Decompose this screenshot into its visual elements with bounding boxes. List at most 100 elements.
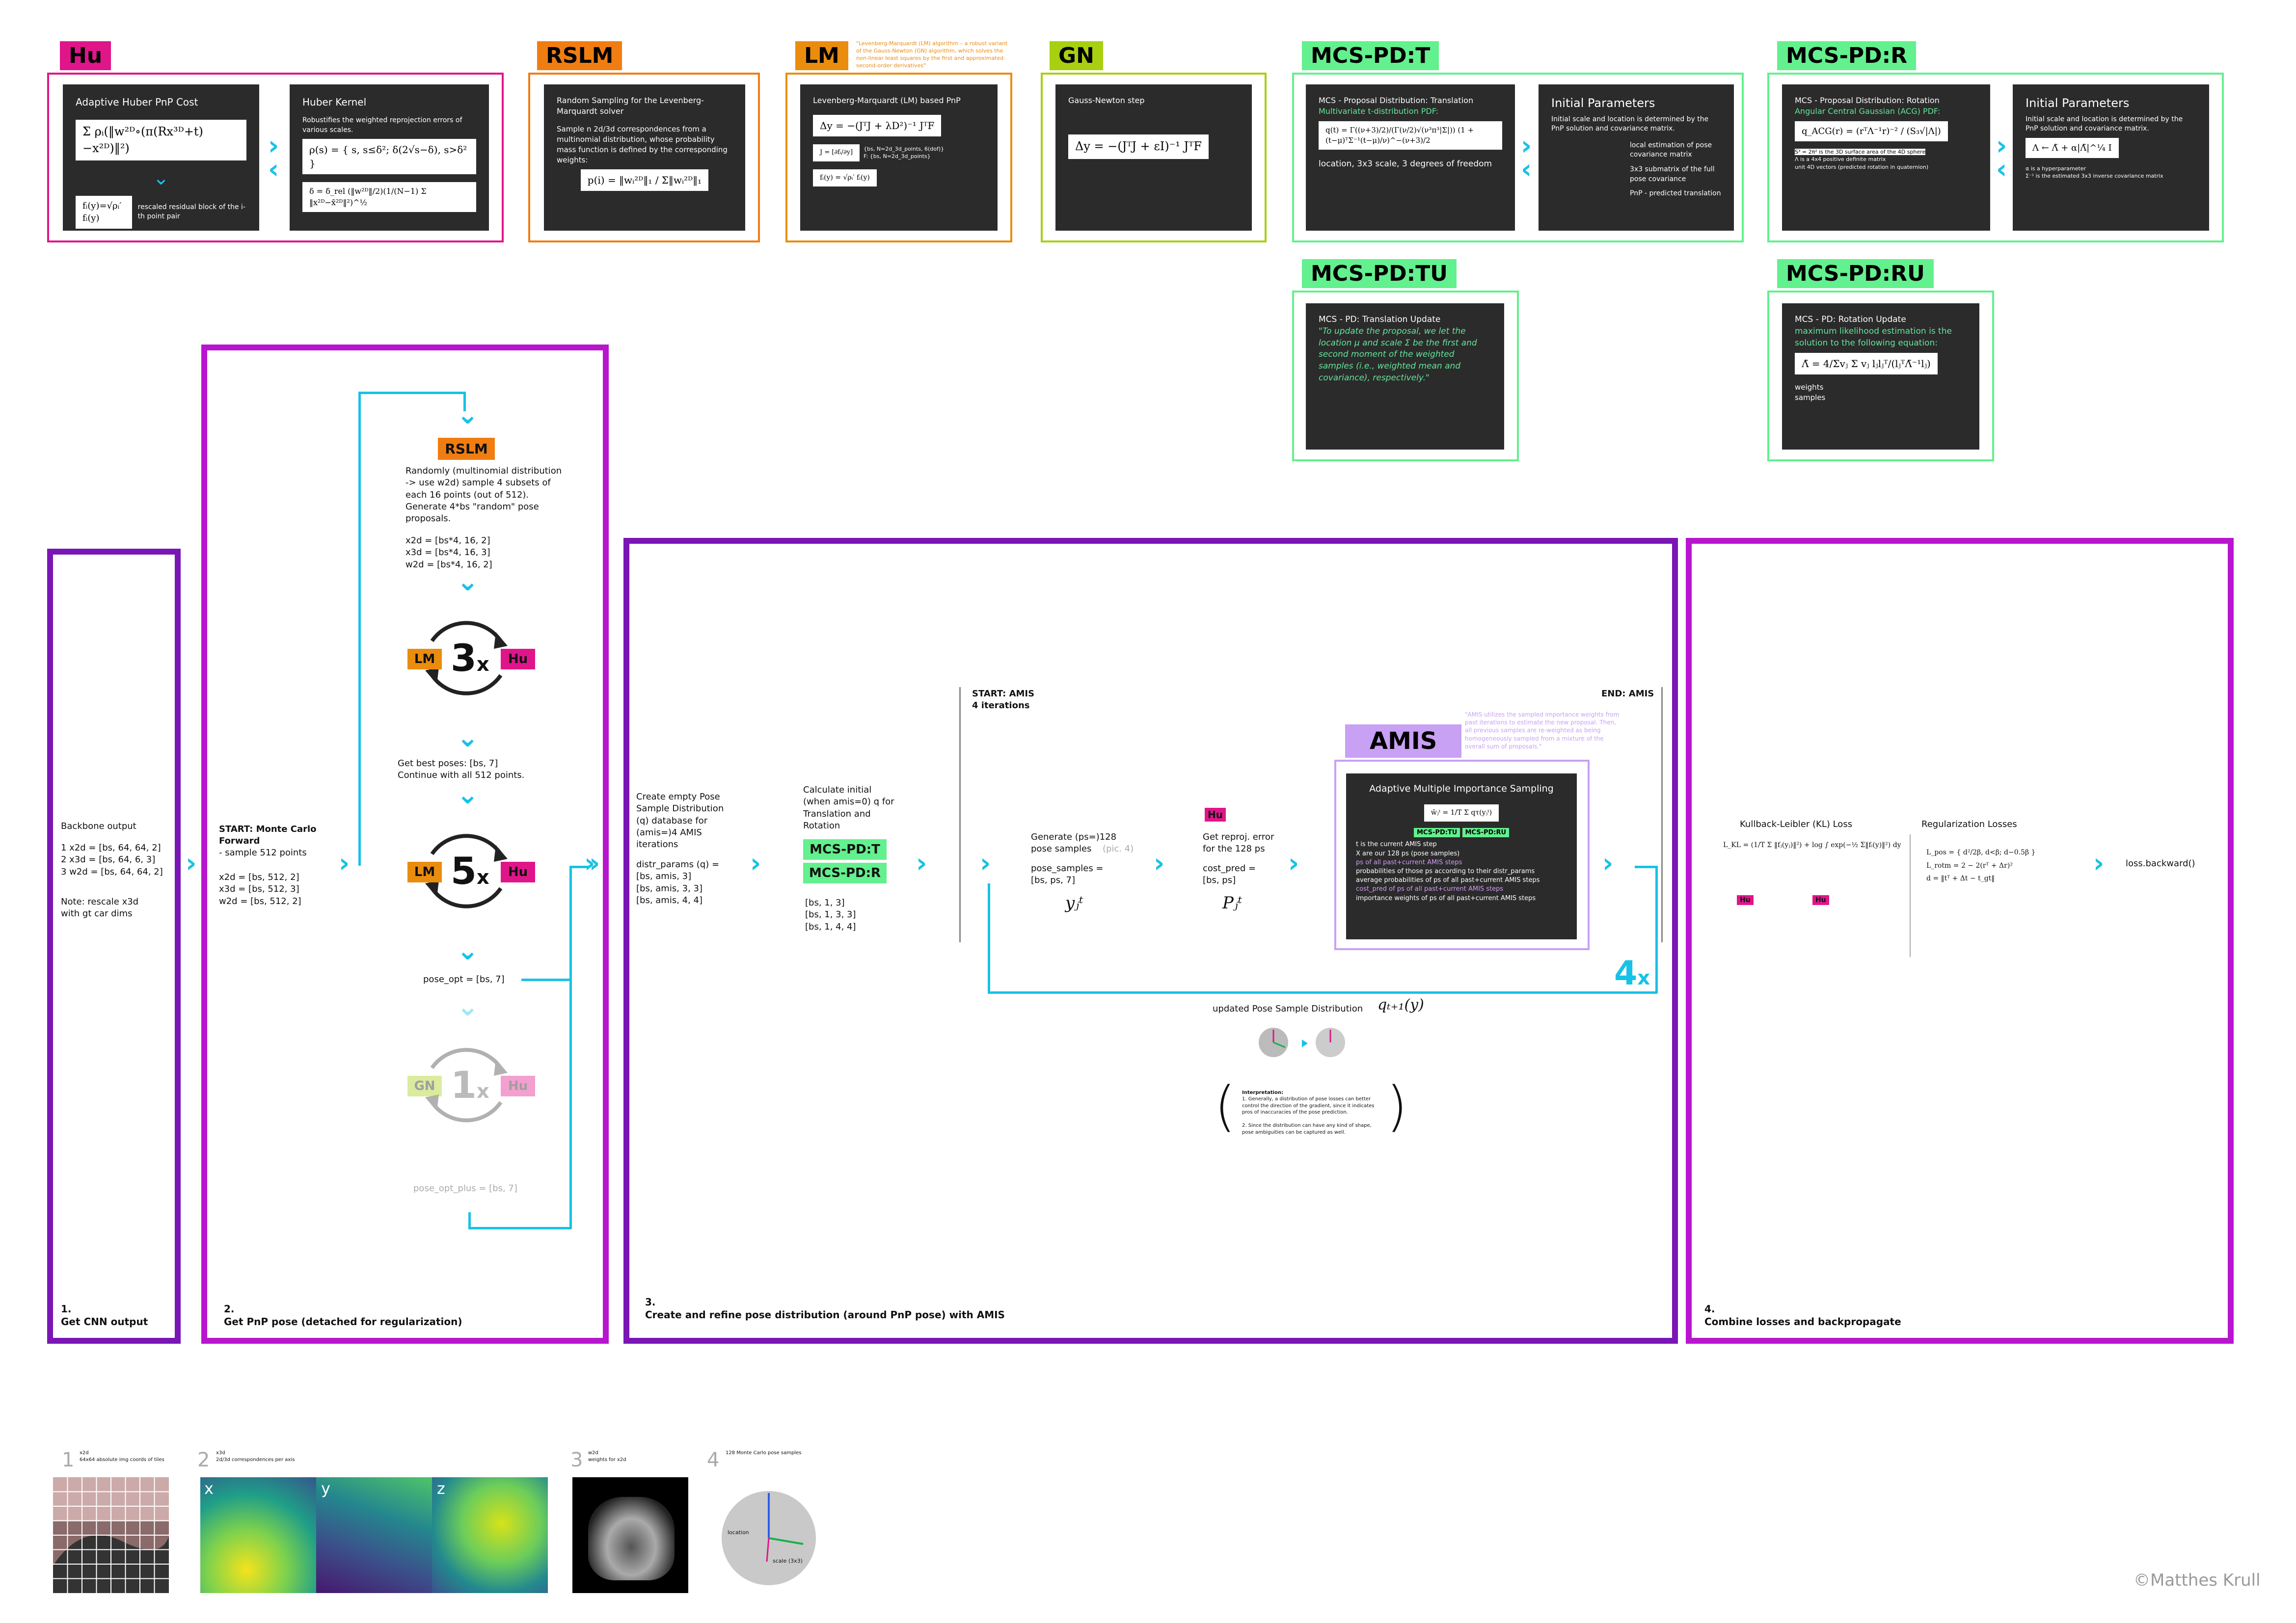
mcspdr-n1: S³ = 2π² is the 3D surface area of the 4… [1795, 148, 1926, 155]
chevron-right-icon: › [750, 848, 761, 878]
interp-bracket-left: ( [1215, 1075, 1236, 1138]
amis-end-divider [1661, 687, 1663, 942]
flow-line [988, 883, 990, 993]
residual-formula: fᵢ(y)=√ρᵢ′ fᵢ(y) [76, 196, 132, 229]
stage4-kl: Kullback-Leibler (KL) Loss [1740, 819, 1853, 829]
amis-l4: probabilities of those ps according to t… [1356, 867, 1535, 875]
huber-kernel-formula: ρ(s) = { s, s≤δ²; δ(2√s−δ), s>δ² } [302, 139, 476, 175]
interp-2: 2. Since the distribution can have any k… [1242, 1123, 1372, 1135]
jacobian-formula: J = [∂fᵢ/∂y] [813, 144, 860, 161]
rslm-card: Random Sampling for the Levenberg-Marqua… [544, 84, 745, 231]
amis-l3: ps of all past+current AMIS steps [1356, 858, 1462, 866]
t-dist-formula: q(t) = Γ((ν+3)/2)/(Γ(ν/2)√(ν³π³|Σ|)) (1 … [1319, 121, 1502, 150]
hu-kernel-title: Huber Kernel [302, 96, 367, 108]
distribution-update-sketch [1259, 1028, 1345, 1057]
stage2-best: Get best poses: [bs, 7] Continue with al… [398, 758, 525, 781]
mcspdru-weights: weights [1795, 383, 1824, 392]
stage2-start-bold: START: Monte Carlo Forward [219, 824, 317, 847]
mcspdt-subtitle: Multivariate t-distribution PDF: [1319, 106, 1439, 116]
cost-symbol: Pⱼᵗ [1222, 893, 1243, 913]
kl-formula-block: L_KL = (1/T Σ ‖fⱼ(yⱼ)‖²) + log ∫ exp(−½ … [1723, 841, 1901, 849]
stage3-distr: distr_params (q) = [bs, amis, 3] [bs, am… [636, 859, 720, 905]
mcspdr-p2: Σ⁻¹ is the estimated 3x3 inverse covaria… [2026, 173, 2163, 180]
lm-note2: F: {bs, N=2d_3d_points} [864, 153, 931, 160]
stage3-gen-pic: (pic. 4) [1103, 844, 1134, 854]
flow-line [988, 991, 1657, 994]
chevron-down-icon: ⌄ [457, 722, 479, 753]
amis-l5: average probabilities of ps of all past+… [1356, 877, 1540, 884]
hu-badge: Hu [501, 862, 535, 882]
amis-weight-formula: ŵⱼᵗ = 1/T Σ qτ(yⱼᵗ) [1424, 804, 1499, 822]
rslm-tag: RSLM [537, 41, 622, 70]
chevron-right-icon: › [980, 848, 991, 878]
chevron-right-icon: › [916, 848, 927, 878]
lm-title: Levenberg-Marquardt (LM) based PnP [813, 96, 961, 105]
amis-l1: t is the current AMIS step [1356, 841, 1437, 849]
loop-count-5: 5x [451, 849, 489, 893]
stage3-updated: updated Pose Sample Distribution [1213, 1004, 1363, 1014]
repeat-x: x [1637, 967, 1650, 989]
mcspdr-badge: MCS-PD:R [803, 863, 887, 883]
heatmap-z-label: z [437, 1479, 445, 1498]
mcspdru-card: MCS - PD: Rotation Update maximum likeli… [1782, 303, 1979, 450]
stage3-amis-start: START: AMIS 4 iterations [972, 689, 1035, 711]
rotation-update-formula: Λ̃ = 4/Σvⱼ Σ vⱼ lⱼlⱼᵀ/(lⱼᵀΛ̃⁻¹lⱼ) [1795, 353, 1938, 375]
pic4-number: 4 [707, 1449, 720, 1471]
heatmap-x [200, 1477, 316, 1593]
stage3-create: Create empty Pose Sample Distribution (q… [636, 792, 724, 850]
flow-line [358, 392, 464, 394]
stage4-backward: loss.backward() [2126, 858, 2195, 869]
rslm-badge: RSLM [438, 438, 495, 460]
lambda-formula: Λ ← Λ̃ + α|Λ̃|^¼ I [2026, 137, 2119, 158]
mcspdr-subtitle: Angular Central Gaussian (ACG) PDF: [1795, 106, 1941, 116]
hu-note: rescaled residual block of the i-th poin… [137, 203, 245, 221]
chevron-right-icon: › [2093, 848, 2105, 878]
stage1-lines: 1 x2d = [bs, 64, 64, 2] 2 x3d = [bs, 64,… [61, 843, 163, 877]
rslm-desc: Sample n 2d/3d correspondences from a mu… [557, 124, 728, 164]
chevron-down-icon: ⌄ [457, 399, 479, 430]
mcspdtu-card: MCS - PD: Translation Update "To update … [1306, 303, 1504, 450]
pic1-tile-grid [53, 1477, 169, 1593]
gn-tag: GN [1050, 41, 1103, 70]
mcspdr-tag: MCS-PD:R [1777, 41, 1917, 70]
mcspdr-n2: Λ is a 4x4 positive definite matrix [1795, 156, 1886, 163]
mcspdt-params-desc: Initial scale and location is determined… [1551, 115, 1709, 133]
mcspdr-card: MCS - Proposal Distribution: Rotation An… [1782, 84, 1990, 231]
gn-formula: Δy = −(JᵀJ + εI)⁻¹ JᵀF [1068, 134, 1209, 159]
heatmap-x-label: x [204, 1479, 214, 1498]
chevron-down-icon: ⌄ [457, 779, 479, 810]
hu-badge: Hu [501, 1076, 535, 1096]
gn-badge: GN [407, 1076, 442, 1096]
lm-note1: {bs, N=2d_3d_points, 6(dof)} [864, 146, 945, 153]
sphere-scale-label: scale (3x3) [773, 1558, 803, 1564]
delta-formula: δ = δ_rel (‖w²ᴰ‖/2)(1/(N−1) Σ ‖x²ᴰ−x̄²ᴰ‖… [302, 182, 476, 212]
chevron-right-icon: › [1288, 848, 1299, 878]
stage4-label: 4. Combine losses and backpropagate [1704, 1303, 1901, 1328]
hu-badge: Hu [501, 649, 535, 669]
rslm-title: Random Sampling for the Levenberg-Marqua… [557, 96, 704, 116]
pic1-number: 1 [62, 1449, 75, 1471]
huber-cost-formula: Σ ρᵢ(‖w²ᴰ∘(π(Rx³ᴰ+t)−x²ᴰ)‖²) [76, 120, 246, 161]
mcspdr-params-title: Initial Parameters [2026, 96, 2130, 110]
amis-tag: AMIS [1345, 724, 1462, 758]
mcspdru-samples: samples [1795, 393, 1826, 402]
stage2-pose-opt: pose_opt = [bs, 7] [423, 974, 505, 984]
hu-card-cost-title: Adaptive Huber PnP Cost [76, 96, 198, 108]
mcspdt-tag: MCS-PD:T [1302, 41, 1439, 70]
stage3-interp: Interpretation: 1. Generally, a distribut… [1242, 1083, 1384, 1136]
pose-sample-symbol: yⱼᵗ [1065, 893, 1083, 913]
loop-count-3: 3x [451, 636, 489, 680]
mcspdru-title: MCS - PD: Rotation Update [1795, 315, 1906, 324]
kl-divider [1910, 834, 1911, 957]
chevron-left-icon: ‹ [1996, 154, 2007, 185]
interp-bracket-right: ) [1386, 1075, 1407, 1138]
weight-map [572, 1477, 688, 1593]
loop-1-num: 1 [451, 1063, 477, 1107]
mcspdtu-title: MCS - PD: Translation Update [1319, 315, 1441, 324]
loop-5-num: 5 [451, 849, 477, 893]
lm-tag: LM [795, 41, 848, 70]
mcspdt-p3: PnP - predicted translation [1630, 189, 1721, 198]
pic2-number: 2 [197, 1449, 210, 1471]
amis-repeat-4x: 4x [1614, 954, 1650, 993]
stage2-pose-opt-plus: pose_opt_plus = [bs, 7] [413, 1183, 517, 1194]
